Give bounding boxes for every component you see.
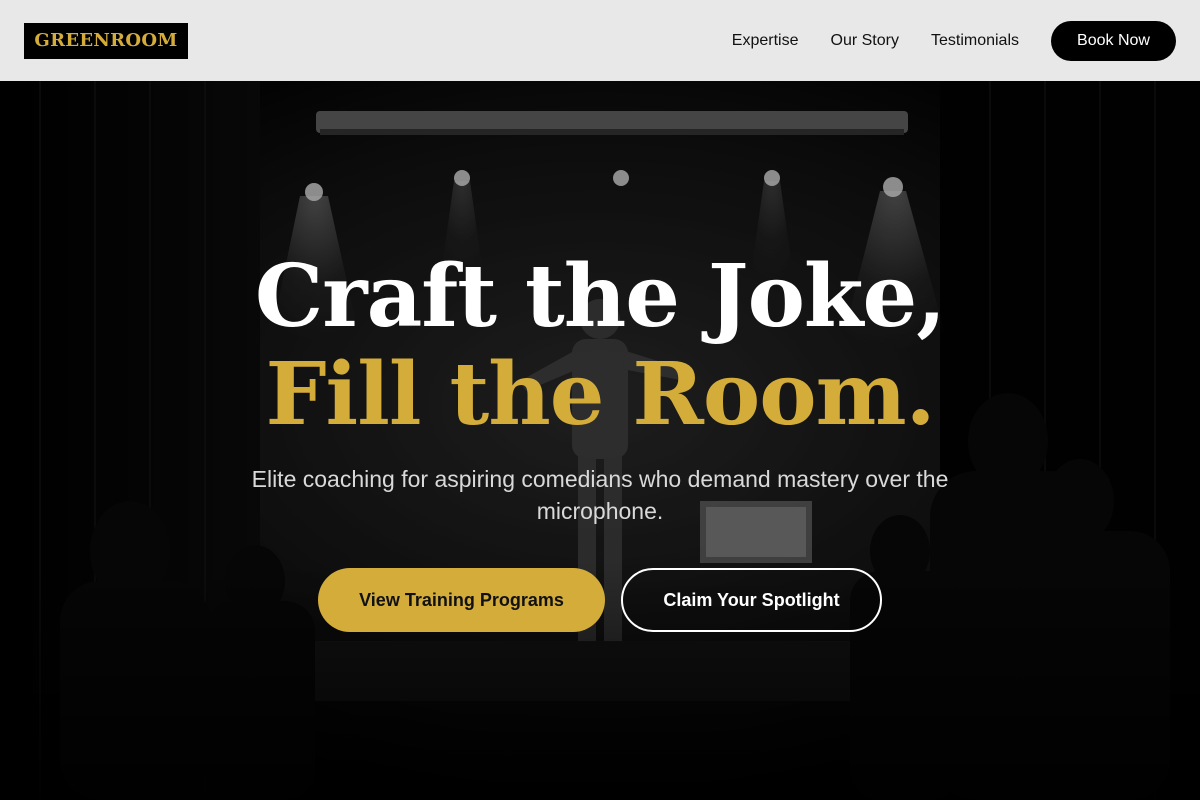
hero-subtitle: Elite coaching for aspiring comedians wh… bbox=[251, 466, 949, 524]
claim-your-spotlight-button[interactable]: Claim Your Spotlight bbox=[621, 568, 882, 632]
hero-headline-line1: Craft the Joke, bbox=[254, 246, 946, 347]
logo[interactable]: GREENROOM bbox=[24, 22, 188, 59]
hero-cta-row: View Training Programs Claim Your Spotli… bbox=[0, 568, 1200, 632]
view-training-programs-button[interactable]: View Training Programs bbox=[318, 568, 605, 632]
nav-link-our-story[interactable]: Our Story bbox=[831, 32, 899, 50]
hero-section: Craft the Joke, Fill the Room. Elite coa… bbox=[0, 81, 1200, 800]
hero-headline-line2: Fill the Room. bbox=[265, 344, 935, 445]
main-nav: Expertise Our Story Testimonials Book No… bbox=[732, 20, 1176, 61]
nav-link-expertise[interactable]: Expertise bbox=[732, 32, 799, 50]
site-header: GREENROOM Expertise Our Story Testimonia… bbox=[0, 0, 1200, 81]
nav-link-testimonials[interactable]: Testimonials bbox=[931, 32, 1019, 50]
book-now-button[interactable]: Book Now bbox=[1051, 20, 1176, 61]
